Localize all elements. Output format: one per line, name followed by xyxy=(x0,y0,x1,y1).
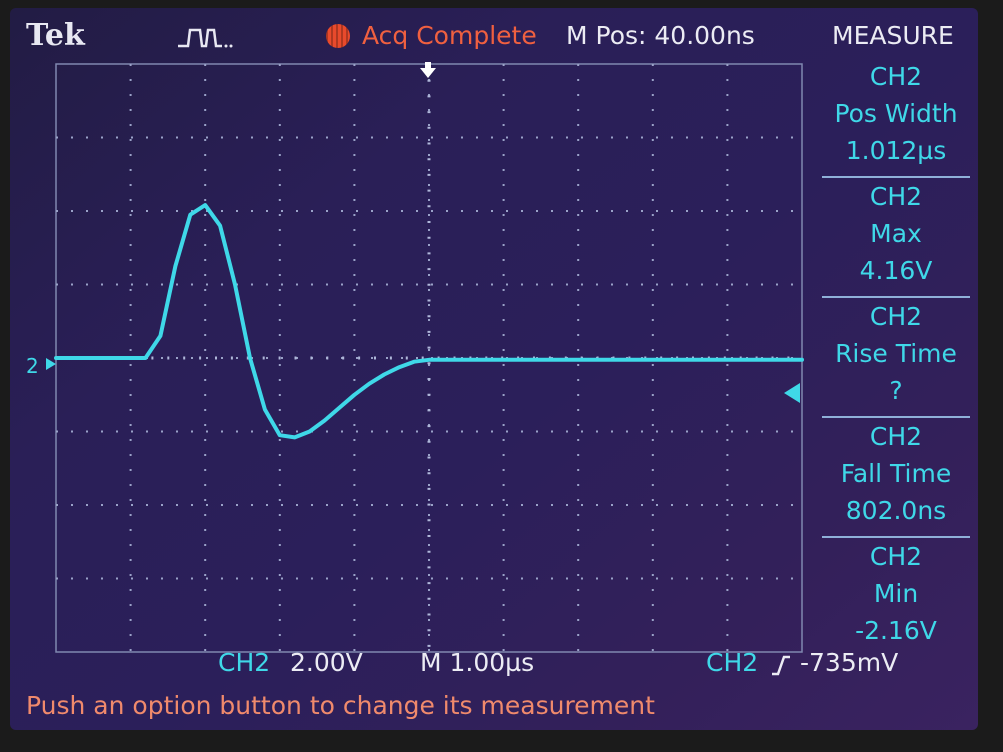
rising-edge-icon xyxy=(772,655,790,676)
ch2-ground-arrow-icon xyxy=(46,358,56,370)
measurement-value: 1.012µs xyxy=(845,136,947,165)
vertical-scale: 2.00V xyxy=(290,648,363,677)
measurement-name: Min xyxy=(873,579,919,608)
trigger-source: CH2 xyxy=(706,648,759,677)
measurement-channel: CH2 xyxy=(869,422,923,451)
scale-readout-bar: CH2 2.00V M 1.00µs CH2 -735mV xyxy=(10,648,978,682)
measurement-value: -2.16V xyxy=(855,616,937,645)
measurement-slot-5[interactable]: CH2 Min -2.16V xyxy=(822,538,970,656)
timebase: M 1.00µs xyxy=(420,648,535,677)
trigger-level-icon xyxy=(784,383,800,403)
vertical-scale-channel: CH2 xyxy=(218,648,271,677)
measurement-slot-4[interactable]: CH2 Fall Time 802.0ns xyxy=(822,418,970,538)
status-message: Push an option button to change its meas… xyxy=(26,691,655,720)
trigger-position-stem xyxy=(425,62,431,70)
measure-panel: CH2 Pos Width 1.012µs CH2 Max 4.16V CH2 … xyxy=(822,58,970,656)
oscilloscope-screen: Tek Acq Complete M Pos: 40.00ns MEASURE … xyxy=(10,8,978,730)
measurement-name: Rise Time xyxy=(835,339,957,368)
measurement-name: Max xyxy=(870,219,922,248)
measurement-name: Fall Time xyxy=(840,459,952,488)
measurement-slot-3[interactable]: CH2 Rise Time ? xyxy=(822,298,970,418)
measurement-channel: CH2 xyxy=(869,302,923,331)
measurement-slot-2[interactable]: CH2 Max 4.16V xyxy=(822,178,970,298)
measurement-value: 802.0ns xyxy=(845,496,947,525)
measurement-name: Pos Width xyxy=(834,99,958,128)
measurement-value: ? xyxy=(889,376,903,405)
measurement-value: 4.16V xyxy=(859,256,933,285)
trigger-level: -735mV xyxy=(800,648,899,677)
measurement-channel: CH2 xyxy=(869,542,923,571)
ch2-ground-marker: 2 xyxy=(26,354,39,378)
measurement-channel: CH2 xyxy=(869,182,923,211)
ch2-waveform-trace xyxy=(54,203,804,440)
measurement-slot-1[interactable]: CH2 Pos Width 1.012µs xyxy=(822,58,970,178)
measurement-channel: CH2 xyxy=(869,62,923,91)
